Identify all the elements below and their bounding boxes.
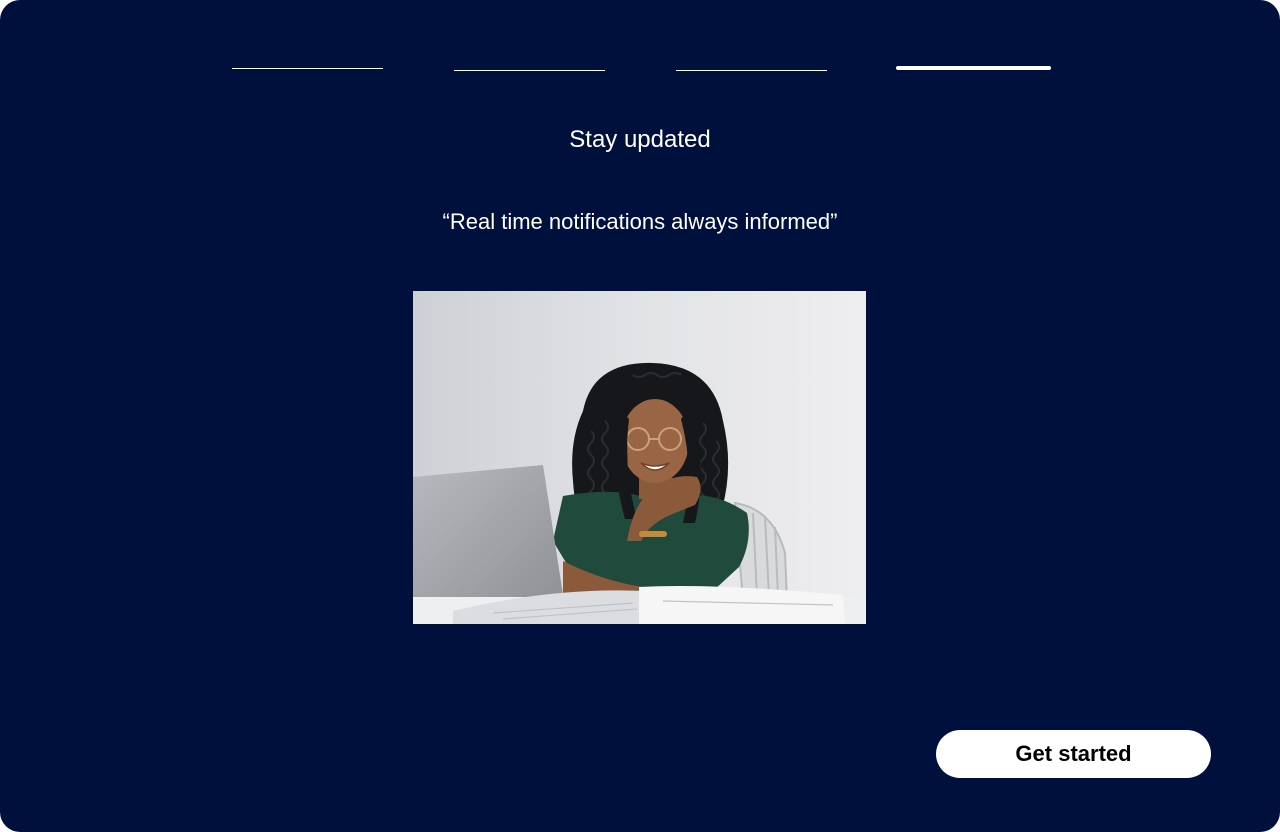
progress-step-3: [676, 70, 827, 71]
onboarding-screen: Stay updated “Real time notifications al…: [0, 0, 1280, 832]
page-title: Stay updated: [569, 126, 711, 153]
progress-step-2: [454, 70, 605, 71]
get-started-button[interactable]: Get started: [936, 730, 1211, 778]
progress-step-1: [232, 68, 383, 69]
progress-step-4-active: [896, 66, 1051, 70]
woman-with-laptop-photo: [413, 291, 866, 624]
tagline-quote: “Real time notifications always informed…: [442, 209, 838, 234]
